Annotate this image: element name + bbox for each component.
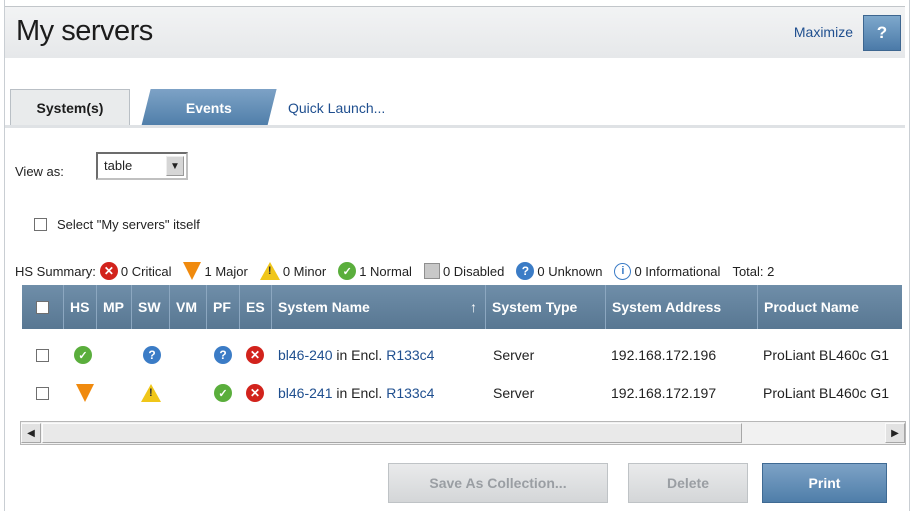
chevron-down-icon[interactable]: ▼ [166, 156, 184, 176]
normal-icon: ✓ [338, 262, 357, 280]
table-row[interactable]: ✓ ✕ bl46-241 in Encl. R133c4 Server 192.… [22, 375, 902, 411]
print-button[interactable]: Print [762, 463, 887, 503]
maximize-link[interactable]: Maximize [794, 24, 853, 40]
tab-divider [5, 125, 905, 128]
sw-cell [141, 375, 161, 411]
tab-quick-launch[interactable]: Quick Launch... [288, 89, 408, 126]
disabled-icon [423, 263, 440, 279]
sort-ascending-icon: ↑ [470, 299, 477, 315]
hs-normal-count: 1 Normal [359, 263, 412, 279]
normal-icon[interactable]: ✓ [74, 346, 92, 364]
hs-major-count: 1 Major [204, 263, 248, 279]
select-self-checkbox[interactable] [34, 218, 47, 231]
help-button[interactable]: ? [863, 15, 901, 51]
es-cell: ✕ [246, 337, 264, 373]
col-sw[interactable]: SW [132, 285, 170, 329]
hs-summary: HS Summary: ✕0 Critical 1 Major 0 Minor … [15, 262, 774, 280]
row-checkbox-cell [36, 375, 49, 411]
horizontal-scrollbar[interactable]: ◀ ▶ [20, 421, 906, 445]
hs-summary-label: HS Summary: [15, 263, 96, 279]
col-pf[interactable]: PF [207, 285, 240, 329]
delete-button[interactable]: Delete [628, 463, 748, 503]
major-icon [183, 262, 202, 280]
enclosure-link[interactable]: R133c4 [386, 385, 434, 401]
tab-events[interactable]: Events [141, 89, 277, 126]
system-type-cell: Server [493, 347, 535, 363]
col-system-type[interactable]: System Type [486, 285, 606, 329]
product-name-cell: ProLiant BL460c G1 [763, 385, 890, 401]
col-mp[interactable]: MP [97, 285, 132, 329]
col-product-name[interactable]: Product Name [758, 285, 902, 329]
col-es[interactable]: ES [240, 285, 272, 329]
es-cell: ✕ [246, 375, 264, 411]
major-icon[interactable] [76, 384, 94, 402]
hs-informational[interactable]: i0 Informational [614, 262, 721, 280]
hs-total: Total: 2 [732, 263, 775, 279]
row-checkbox[interactable] [36, 348, 49, 362]
hs-minor-count: 0 Minor [282, 263, 327, 279]
select-all-cell [22, 285, 64, 329]
system-name-sep: in Encl. [332, 385, 387, 401]
critical-icon[interactable]: ✕ [246, 346, 264, 364]
table-header: HS MP SW VM PF ES System Name ↑ System T… [22, 285, 902, 329]
select-all-checkbox[interactable] [36, 300, 49, 314]
product-name-cell: ProLiant BL460c G1 [763, 347, 890, 363]
col-hs[interactable]: HS [64, 285, 97, 329]
minor-icon[interactable] [141, 384, 161, 402]
minor-icon [259, 262, 280, 280]
unknown-icon: ? [516, 262, 535, 280]
hs-critical[interactable]: ✕ 0 Critical [99, 262, 172, 280]
system-name-link[interactable]: bl46-241 [278, 385, 333, 401]
hs-unknown[interactable]: ? 0 Unknown [516, 262, 602, 280]
hs-minor[interactable]: 0 Minor [259, 262, 327, 280]
row-checkbox[interactable] [36, 386, 49, 400]
system-name-cell: bl46-241 in Encl. R133c4 [278, 375, 434, 411]
pf-cell: ✓ [214, 375, 232, 411]
hs-informational-count: 0 Informational [634, 263, 721, 279]
scroll-right-icon[interactable]: ▶ [885, 423, 905, 443]
tab-systems[interactable]: System(s) [10, 89, 130, 126]
info-icon: i [614, 262, 632, 280]
view-as-select[interactable]: table ▼ [96, 152, 188, 180]
hs-unknown-count: 0 Unknown [537, 263, 603, 279]
system-address-cell: 192.168.172.197 [611, 385, 717, 401]
scrollbar-thumb[interactable] [42, 423, 742, 443]
sw-cell: ? [143, 337, 161, 373]
unknown-icon[interactable]: ? [143, 346, 161, 364]
system-name-sep: in Encl. [332, 347, 387, 363]
save-as-collection-button[interactable]: Save As Collection... [388, 463, 608, 503]
portlet-header: My servers Maximize ? [5, 6, 905, 58]
view-as-value: table [104, 158, 133, 173]
system-type-cell: Server [493, 385, 535, 401]
hs-critical-count: 0 Critical [120, 263, 172, 279]
col-system-address[interactable]: System Address [606, 285, 758, 329]
hs-cell: ✓ [74, 337, 92, 373]
critical-icon: ✕ [99, 262, 118, 280]
critical-icon[interactable]: ✕ [246, 384, 264, 402]
col-vm[interactable]: VM [170, 285, 207, 329]
table-row[interactable]: ✓ ? ? ✕ bl46-240 in Encl. R133c4 Server … [22, 337, 902, 373]
hs-disabled-count: 0 Disabled [442, 263, 505, 279]
row-checkbox-cell [36, 337, 49, 373]
hs-major[interactable]: 1 Major [183, 262, 248, 280]
system-address-cell: 192.168.172.196 [611, 347, 717, 363]
pf-cell: ? [214, 337, 232, 373]
normal-icon[interactable]: ✓ [214, 384, 232, 402]
col-system-name[interactable]: System Name ↑ [272, 285, 486, 329]
page-title: My servers [16, 15, 153, 47]
unknown-icon[interactable]: ? [214, 346, 232, 364]
hs-normal[interactable]: ✓ 1 Normal [338, 262, 412, 280]
enclosure-link[interactable]: R133c4 [386, 347, 434, 363]
view-as-label: View as: [15, 164, 64, 179]
col-system-name-label: System Name [278, 299, 370, 315]
hs-cell [76, 375, 94, 411]
select-self-row: Select "My servers" itself [34, 217, 200, 232]
scroll-left-icon[interactable]: ◀ [21, 423, 41, 443]
tab-events-label: Events [186, 99, 232, 116]
system-name-cell: bl46-240 in Encl. R133c4 [278, 337, 434, 373]
hs-disabled[interactable]: 0 Disabled [423, 263, 505, 279]
select-self-label: Select "My servers" itself [57, 217, 200, 232]
system-name-link[interactable]: bl46-240 [278, 347, 333, 363]
